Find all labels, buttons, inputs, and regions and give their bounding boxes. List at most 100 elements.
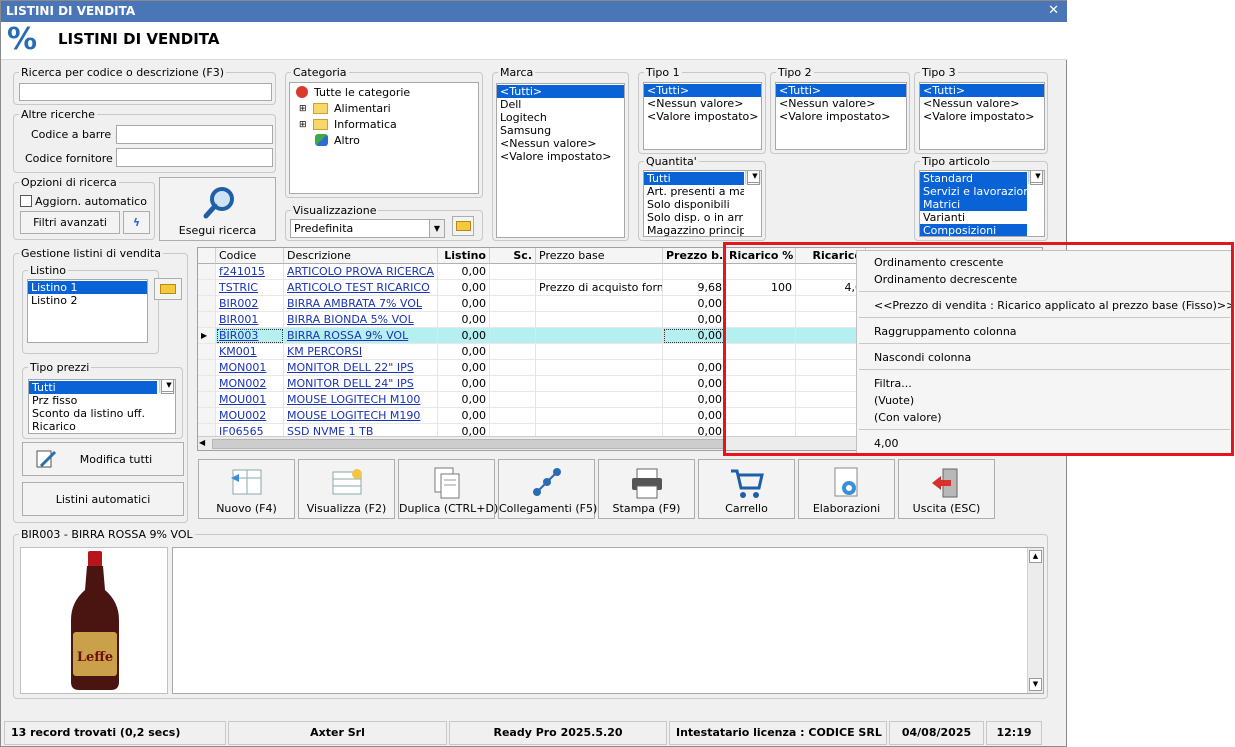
chevron-down-icon[interactable]: ▼ bbox=[429, 220, 444, 237]
list-item[interactable]: <Tutti> bbox=[920, 84, 1044, 97]
table-cell-wrap[interactable]: f241015 bbox=[216, 264, 284, 280]
table-cell-wrap[interactable] bbox=[536, 296, 663, 312]
table-cell-wrap[interactable] bbox=[490, 392, 536, 408]
table-cell-wrap[interactable]: MOU002 bbox=[216, 408, 284, 424]
table-cell-wrap[interactable]: 0,00 bbox=[438, 280, 490, 296]
scroll-left-icon[interactable]: ◀ bbox=[199, 438, 205, 447]
listino-list[interactable]: Listino 1 Listino 2 bbox=[27, 279, 148, 343]
table-cell-wrap[interactable] bbox=[490, 312, 536, 328]
table-cell-wrap[interactable]: 0,00 bbox=[663, 312, 726, 328]
list-item[interactable]: Logitech bbox=[497, 111, 624, 124]
table-cell-wrap[interactable]: 0,00 bbox=[663, 328, 726, 344]
table-cell-wrap[interactable] bbox=[490, 328, 536, 344]
column-header[interactable]: Codice bbox=[216, 248, 284, 264]
table-cell-wrap[interactable]: MONITOR DELL 22" IPS bbox=[284, 360, 438, 376]
expand-icon[interactable]: ⊞ bbox=[299, 104, 307, 114]
table-cell-wrap[interactable]: Prezzo di acquisto forn... bbox=[536, 280, 663, 296]
toolbar-button-1[interactable]: Nuovo (F4) bbox=[198, 459, 295, 519]
table-cell-wrap[interactable]: 0,00 bbox=[438, 312, 490, 328]
tree-item-all[interactable]: Tutte le categorie bbox=[314, 86, 410, 99]
tree-item-alimentari[interactable]: Alimentari bbox=[334, 102, 391, 115]
scroll-down-icon[interactable]: ▼ bbox=[747, 171, 760, 183]
scrollbar[interactable]: ▲▼ bbox=[159, 380, 175, 394]
list-item[interactable]: <Valore impostato> bbox=[644, 110, 761, 123]
table-cell-wrap[interactable]: ARTICOLO PROVA RICERCA bbox=[284, 264, 438, 280]
table-cell-wrap[interactable]: KM001 bbox=[216, 344, 284, 360]
table-cell-wrap[interactable]: 0,00 bbox=[663, 296, 726, 312]
table-cell-wrap[interactable] bbox=[536, 264, 663, 280]
scroll-down-icon[interactable]: ▼ bbox=[161, 380, 174, 392]
auto-update-checkbox[interactable] bbox=[20, 195, 32, 207]
table-cell-wrap[interactable]: BIR002 bbox=[216, 296, 284, 312]
toolbar-button-4[interactable]: Collegamenti (F5) bbox=[498, 459, 597, 519]
open-folder-button[interactable] bbox=[452, 216, 474, 236]
table-cell-wrap[interactable]: ARTICOLO TEST RICARICO bbox=[284, 280, 438, 296]
table-cell-wrap[interactable]: MOUSE LOGITECH M100 bbox=[284, 392, 438, 408]
list-item[interactable]: <Valore impostato> bbox=[497, 150, 624, 163]
table-cell-wrap[interactable]: 0,00 bbox=[663, 392, 726, 408]
list-item[interactable]: Solo disponibili bbox=[644, 198, 744, 211]
list-item[interactable]: <Nessun valore> bbox=[920, 97, 1044, 110]
scrollbar[interactable]: ▲▼ bbox=[1028, 171, 1044, 185]
table-cell-wrap[interactable] bbox=[490, 360, 536, 376]
table-cell-wrap[interactable] bbox=[536, 392, 663, 408]
table-cell-wrap[interactable] bbox=[490, 264, 536, 280]
table-cell-wrap[interactable]: BIR001 bbox=[216, 312, 284, 328]
toolbar-button-8[interactable]: Uscita (ESC) bbox=[898, 459, 995, 519]
article-type-list[interactable]: Standard Servizi e lavorazioni Matrici V… bbox=[919, 170, 1045, 237]
list-item[interactable]: <Tutti> bbox=[497, 85, 624, 98]
list-item[interactable]: Composizioni bbox=[920, 224, 1027, 236]
list-item[interactable]: <Nessun valore> bbox=[497, 137, 624, 150]
table-cell-wrap[interactable]: 9,68 bbox=[663, 280, 726, 296]
category-tree[interactable]: Tutte le categorie ⊞ Alimentari ⊞ Inform… bbox=[289, 82, 479, 194]
list-item[interactable]: <Valore impostato> bbox=[776, 110, 906, 123]
column-header[interactable]: Prezzo b... bbox=[663, 248, 726, 264]
table-cell-wrap[interactable]: 0,00 bbox=[438, 296, 490, 312]
table-cell-wrap[interactable]: 0,00 bbox=[438, 408, 490, 424]
table-cell-wrap[interactable] bbox=[490, 376, 536, 392]
table-cell-wrap[interactable] bbox=[490, 344, 536, 360]
table-cell-wrap[interactable]: 0,00 bbox=[438, 392, 490, 408]
list-item[interactable]: Tutti bbox=[29, 381, 157, 394]
list-item[interactable]: <Tutti> bbox=[644, 84, 761, 97]
column-header[interactable]: Prezzo base bbox=[536, 248, 663, 264]
brand-list[interactable]: <Tutti> Dell Logitech Samsung <Nessun va… bbox=[496, 83, 625, 238]
scroll-down-icon[interactable]: ▼ bbox=[1029, 678, 1042, 691]
list-item[interactable]: Dell bbox=[497, 98, 624, 111]
list-item[interactable]: Tutti bbox=[644, 172, 744, 185]
table-cell-wrap[interactable]: 0,00 bbox=[438, 344, 490, 360]
table-cell-wrap[interactable]: MONITOR DELL 24" IPS bbox=[284, 376, 438, 392]
list-item[interactable]: <Valore impostato> bbox=[920, 110, 1044, 123]
column-header[interactable]: Listino bbox=[438, 248, 490, 264]
automatic-lists-button[interactable]: Listini automatici bbox=[22, 482, 184, 516]
table-cell-wrap[interactable] bbox=[663, 264, 726, 280]
toolbar-button-3[interactable]: Duplica (CTRL+D) bbox=[398, 459, 498, 519]
list-item[interactable]: Standard bbox=[920, 172, 1027, 185]
table-cell-wrap[interactable] bbox=[536, 408, 663, 424]
run-search-button[interactable]: Esegui ricerca bbox=[159, 177, 276, 241]
supplier-code-input[interactable] bbox=[116, 148, 273, 167]
table-cell-wrap[interactable]: 0,00 bbox=[438, 328, 490, 344]
table-cell-wrap[interactable]: 0,00 bbox=[438, 376, 490, 392]
list-item[interactable]: Magazzino principale bbox=[644, 224, 744, 236]
list-item[interactable]: Servizi e lavorazioni bbox=[920, 185, 1033, 198]
toolbar-button-6[interactable]: Carrello bbox=[698, 459, 795, 519]
scroll-up-icon[interactable]: ▲ bbox=[1029, 550, 1042, 563]
table-cell-wrap[interactable]: MOU001 bbox=[216, 392, 284, 408]
list-item[interactable]: Matrici bbox=[920, 198, 1027, 211]
table-cell-wrap[interactable] bbox=[490, 296, 536, 312]
list-item[interactable]: Sconto da listino uff. bbox=[29, 407, 175, 420]
table-cell-wrap[interactable] bbox=[490, 280, 536, 296]
table-cell-wrap[interactable]: MON002 bbox=[216, 376, 284, 392]
list-item[interactable]: Listino 2 bbox=[28, 294, 147, 307]
list-item[interactable]: <Nessun valore> bbox=[776, 97, 906, 110]
table-cell-wrap[interactable]: 0,00 bbox=[663, 360, 726, 376]
type3-list[interactable]: <Tutti> <Nessun valore> <Valore impostat… bbox=[919, 82, 1045, 150]
tree-item-altro[interactable]: Altro bbox=[334, 134, 360, 147]
table-cell-wrap[interactable]: MON001 bbox=[216, 360, 284, 376]
list-item[interactable]: Ricarico bbox=[29, 420, 175, 433]
quantity-list[interactable]: Tutti Art. presenti a magazzino Solo dis… bbox=[643, 170, 762, 237]
list-item[interactable]: Art. presenti a magazzino bbox=[644, 185, 744, 198]
table-cell-wrap[interactable] bbox=[663, 344, 726, 360]
table-cell-wrap[interactable]: MOUSE LOGITECH M190 bbox=[284, 408, 438, 424]
